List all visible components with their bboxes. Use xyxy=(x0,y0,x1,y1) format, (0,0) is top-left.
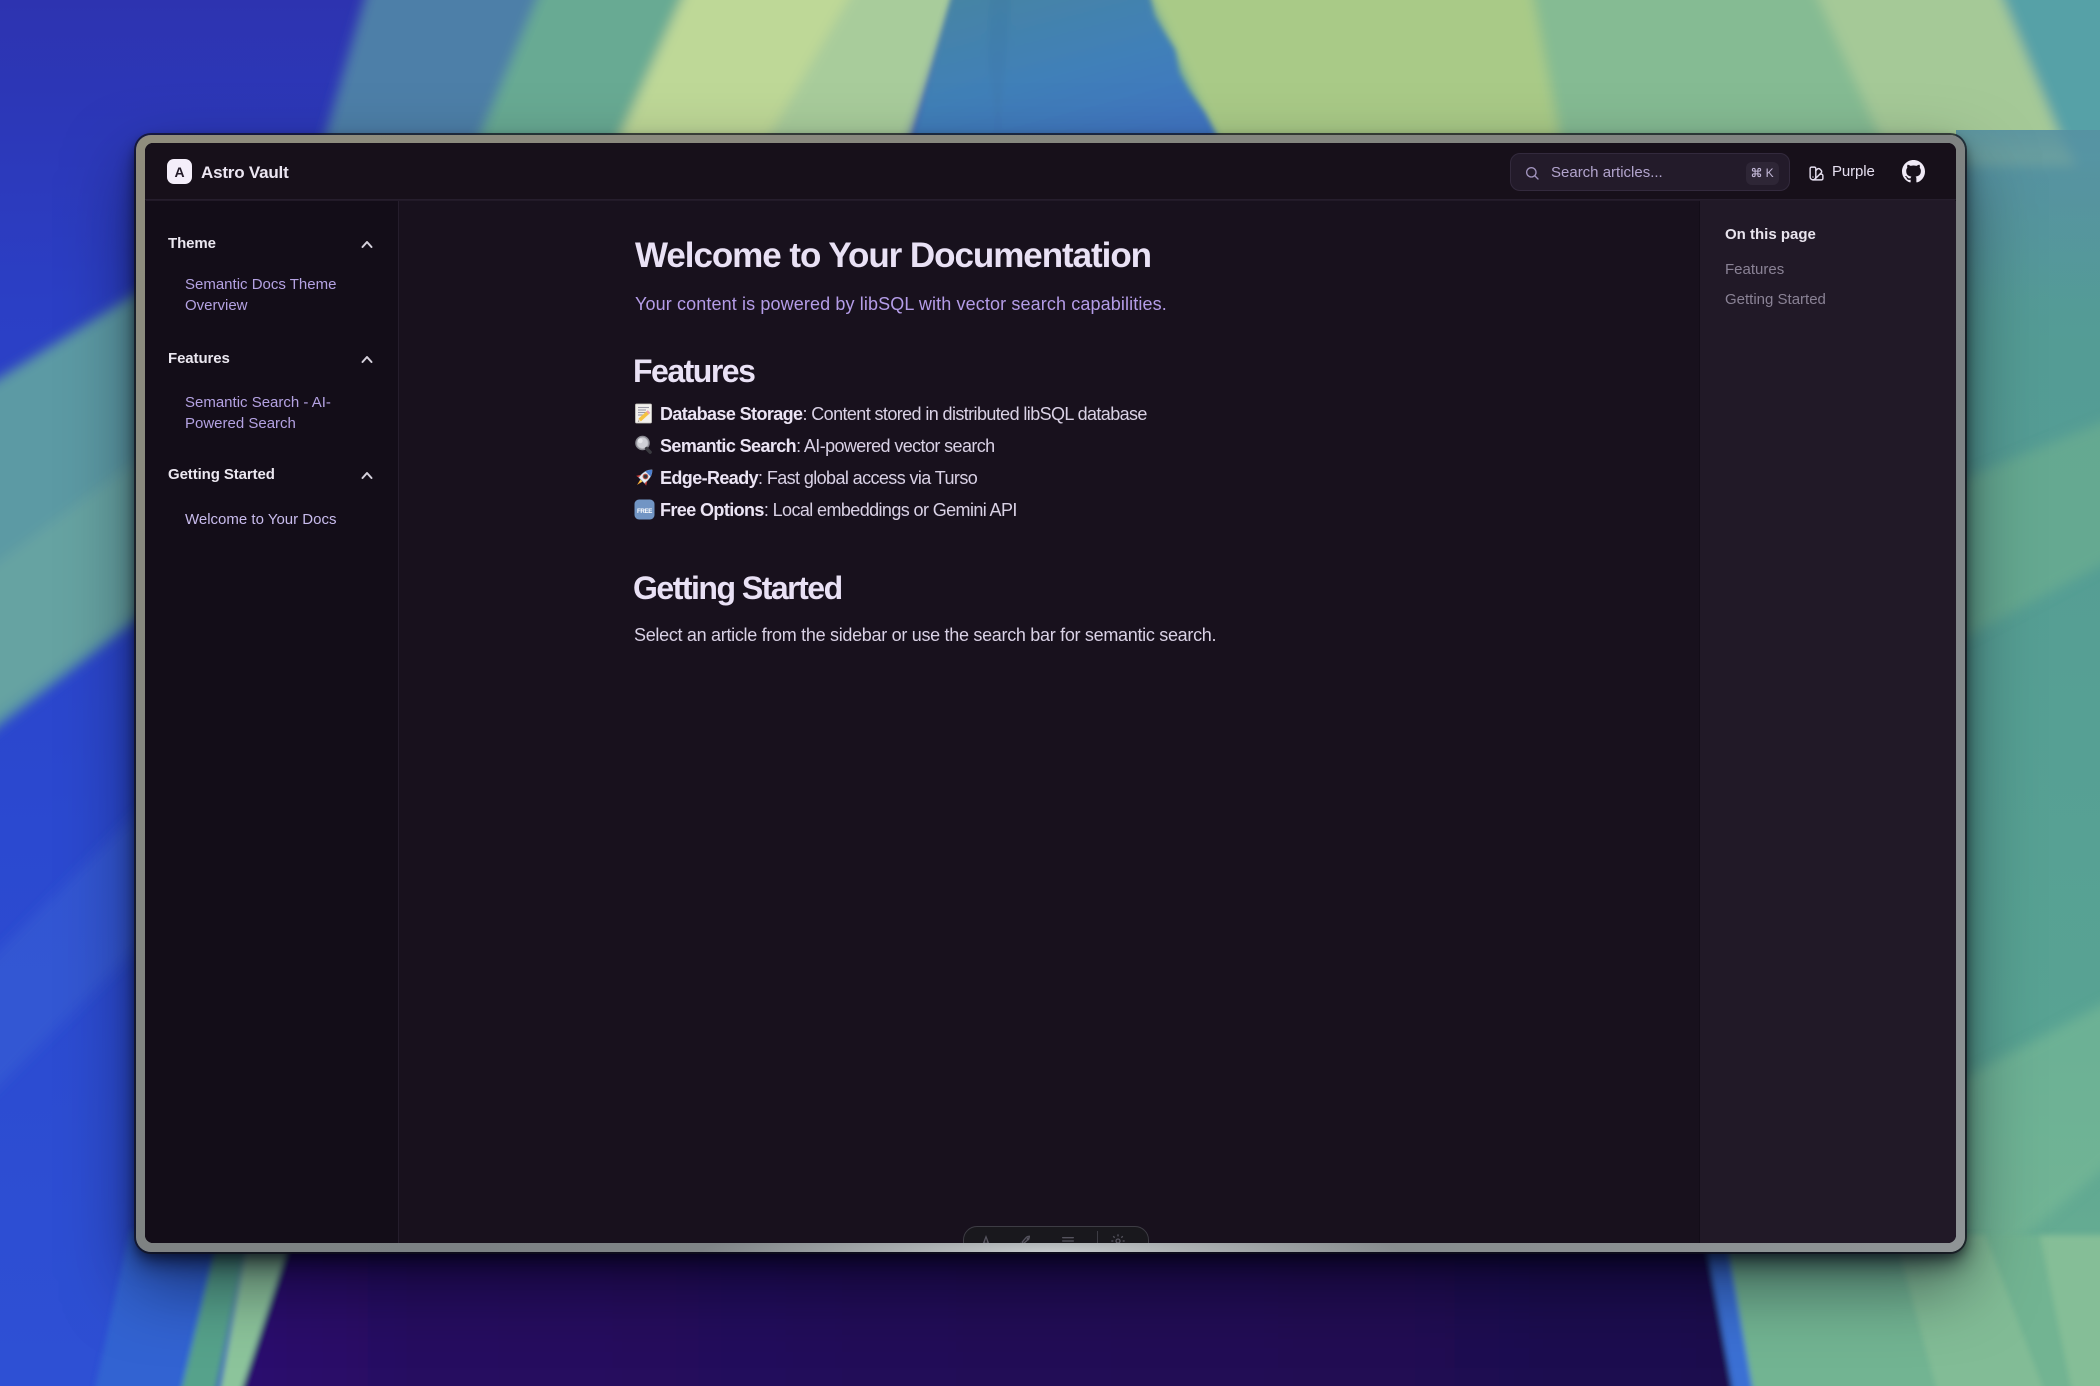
svg-text:FREE: FREE xyxy=(637,508,652,515)
